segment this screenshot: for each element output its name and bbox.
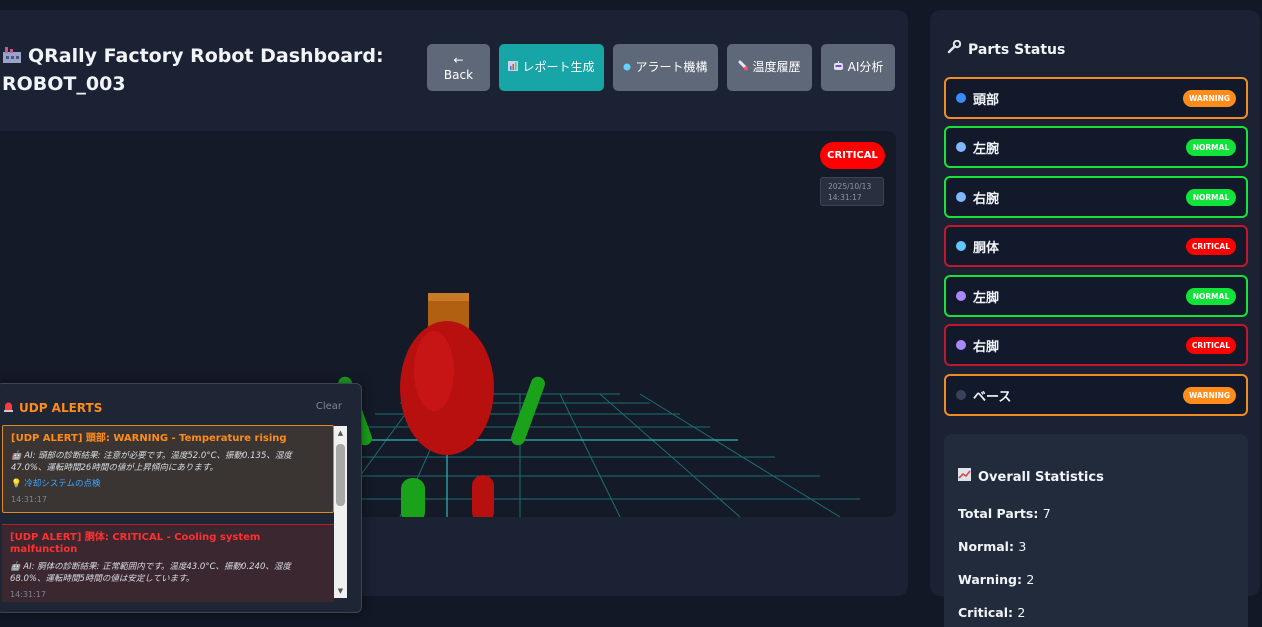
robot-status-badge: CRITICAL	[820, 142, 885, 169]
ai-analysis-button[interactable]: AI分析	[821, 44, 895, 91]
part-name: 左脚	[973, 290, 1000, 306]
thermometer-icon	[738, 60, 749, 75]
alert-title: [UDP ALERT] 胴体: CRITICAL - Cooling syste…	[10, 532, 261, 555]
alerts-scrollbar[interactable]: ▲ ▼	[334, 426, 347, 598]
alert-body: 🤖 AI: 頭部の診断結果: 注意が必要です。温度52.0°C、振動0.135、…	[11, 451, 292, 473]
temperature-history-button[interactable]: 温度履歴	[727, 44, 812, 91]
ai-analysis-button-label: AI分析	[847, 60, 884, 74]
part-name: 右脚	[973, 339, 1000, 355]
part-dot-icon	[956, 390, 966, 400]
part-item-left-arm[interactable]: 左腕 NORMAL	[944, 126, 1248, 168]
alert-button[interactable]: アラート機構	[613, 44, 718, 91]
part-dot-icon	[956, 241, 966, 251]
clear-alerts-button[interactable]: Clear	[316, 401, 342, 412]
part-status-badge: CRITICAL	[1185, 237, 1236, 255]
factory-icon	[2, 44, 22, 63]
robot-right-arm	[511, 376, 545, 446]
siren-icon	[3, 401, 14, 415]
overall-statistics-title: Overall Statistics	[958, 468, 1104, 485]
part-item-right-leg[interactable]: 右脚 CRITICAL	[944, 324, 1248, 366]
lightbulb-icon: 💡	[11, 479, 25, 489]
part-dot-icon	[956, 291, 966, 301]
light-dot-icon	[623, 60, 631, 75]
back-arrow-icon: ←	[453, 52, 464, 67]
part-name: 右腕	[973, 191, 1000, 207]
part-status-badge: NORMAL	[1186, 188, 1236, 206]
part-status-badge: NORMAL	[1186, 287, 1236, 305]
stat-normal: Normal: 3	[958, 539, 1027, 554]
alert-button-label: アラート機構	[635, 60, 708, 74]
page-title: QRally Factory Robot Dashboard: ROBOT_00…	[2, 42, 402, 98]
alert-action: 💡 冷却システムの点検	[11, 479, 101, 489]
part-dot-icon	[956, 142, 966, 152]
parts-status-title: Parts Status	[947, 39, 1065, 58]
alert-item-warning[interactable]: [UDP ALERT] 頭部: WARNING - Temperature ri…	[2, 425, 334, 513]
scroll-up-arrow-icon[interactable]: ▲	[334, 426, 347, 440]
part-item-torso[interactable]: 胴体 CRITICAL	[944, 225, 1248, 267]
wrench-icon	[947, 39, 962, 58]
part-dot-icon	[956, 93, 966, 103]
part-item-head[interactable]: 頭部 WARNING	[944, 77, 1248, 119]
stat-total-parts: Total Parts: 7	[958, 506, 1051, 521]
stat-critical: Critical: 2	[958, 605, 1026, 620]
part-status-badge: NORMAL	[1186, 138, 1236, 156]
robot-left-leg	[401, 478, 425, 517]
part-item-left-leg[interactable]: 左脚 NORMAL	[944, 275, 1248, 317]
timestamp-box: 2025/10/13 14:31:17	[820, 177, 884, 206]
robot-icon: 🤖	[11, 451, 25, 461]
timestamp-time: 14:31:17	[828, 193, 862, 202]
part-status-badge: CRITICAL	[1185, 336, 1236, 354]
robot-icon: 🤖	[10, 562, 24, 572]
report-button[interactable]: レポート生成	[499, 44, 604, 91]
scroll-thumb[interactable]	[336, 444, 345, 506]
alert-body: 🤖 AI: 胴体の診断結果: 正常範囲内です。温度43.0°C、振動0.240、…	[10, 562, 291, 584]
part-name: 左腕	[973, 141, 1000, 157]
part-name: ベース	[973, 389, 1012, 405]
overall-statistics-card	[944, 434, 1248, 627]
part-name: 頭部	[973, 92, 1000, 108]
back-button[interactable]: ← Back	[427, 44, 490, 91]
part-dot-icon	[956, 340, 966, 350]
chart-icon	[508, 60, 519, 75]
alert-item-critical[interactable]: [UDP ALERT] 胴体: CRITICAL - Cooling syste…	[2, 524, 334, 602]
back-button-label: Back	[443, 67, 474, 82]
udp-alerts-title: UDP ALERTS	[19, 401, 103, 415]
temperature-history-button-label: 温度履歴	[752, 60, 801, 74]
part-status-badge: WARNING	[1182, 386, 1236, 404]
robot-right-leg	[472, 475, 494, 517]
part-name: 胴体	[973, 240, 1000, 256]
part-dot-icon	[956, 192, 966, 202]
scroll-down-arrow-icon[interactable]: ▼	[334, 584, 347, 598]
robot-icon	[833, 60, 844, 75]
part-item-base[interactable]: ベース WARNING	[944, 374, 1248, 416]
report-button-label: レポート生成	[522, 60, 595, 74]
part-status-badge: WARNING	[1182, 89, 1236, 107]
timestamp-date: 2025/10/13	[828, 182, 872, 191]
chart-increasing-icon	[958, 468, 971, 485]
udp-alerts-header: UDP ALERTS	[3, 401, 102, 415]
page-title-text: QRally Factory Robot Dashboard: ROBOT_00…	[2, 45, 384, 95]
udp-alerts-panel: UDP ALERTS Clear [UDP ALERT] 頭部: WARNING…	[0, 383, 362, 613]
part-item-right-arm[interactable]: 右腕 NORMAL	[944, 176, 1248, 218]
stat-warning: Warning: 2	[958, 572, 1035, 587]
alert-time: 14:31:17	[10, 590, 46, 599]
alert-time: 14:31:17	[11, 495, 47, 504]
alert-title: [UDP ALERT] 頭部: WARNING - Temperature ri…	[11, 433, 287, 444]
